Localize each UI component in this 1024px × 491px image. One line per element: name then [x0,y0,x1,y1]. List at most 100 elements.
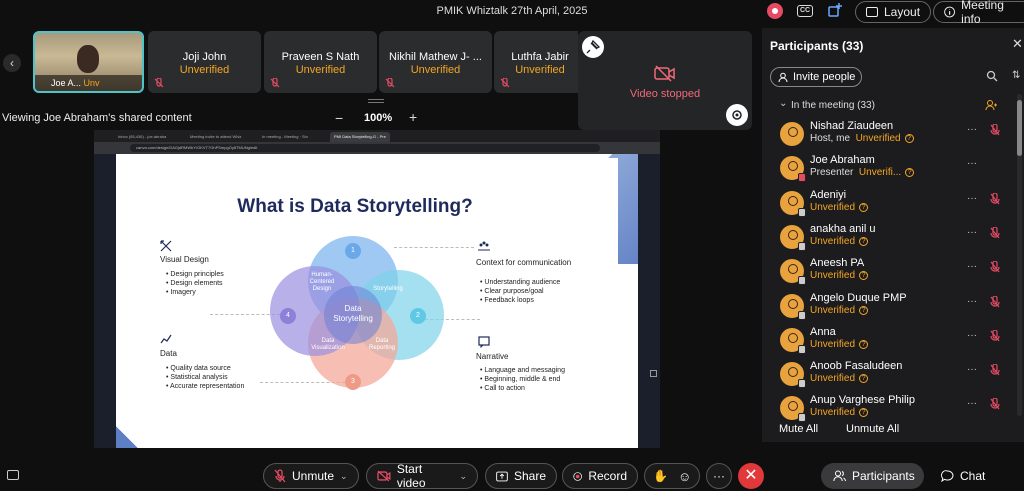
help-icon[interactable]: ? [859,339,869,349]
start-video-button[interactable]: Start video ⌄ [366,462,478,490]
meeting-info-label: Meeting info [961,0,1004,26]
muted-mic-icon[interactable] [990,226,1000,239]
filmstrip-resize-handle[interactable] [368,99,384,103]
participants-button[interactable]: Participants [821,463,924,489]
close-panel-button[interactable]: ✕ [1012,36,1023,52]
help-icon[interactable]: ? [904,134,914,143]
participant-row[interactable]: Adeniyi Unverified? ··· [762,187,1014,221]
muted-mic-icon[interactable] [990,124,1000,136]
record-button[interactable]: Record [562,463,638,489]
layout-button[interactable]: Layout [855,1,932,23]
help-icon[interactable]: ? [859,408,869,418]
browser-tab: In meeting - Meeting · Sin [262,134,308,139]
participant-name: Angelo Duque PMP [810,291,907,304]
sort-icon[interactable]: ⇅ [1012,70,1020,81]
unmute-button[interactable]: Unmute ⌄ [263,463,359,489]
help-icon[interactable]: ? [859,374,869,384]
shared-screen: Inbox (85,436) - joe.abraha Meeting invi… [94,130,660,448]
list-item: Quality data source [166,364,244,373]
muted-mic-icon[interactable] [990,192,1000,205]
tile-status: Unverified [179,64,230,76]
participant-more-button[interactable]: ··· [967,330,977,341]
participants-icon [833,470,846,482]
participant-status: Unverified [810,373,856,385]
admit-person-icon[interactable] [985,99,997,111]
chevron-down-icon[interactable]: ⌄ [340,471,348,482]
tile-name: Nikhil Mathew J- ... [389,51,482,63]
participant-row[interactable]: Angelo Duque PMP Unverified? ··· [762,290,1014,324]
chevron-down-icon[interactable]: ⌄ [779,98,787,109]
participant-tile[interactable]: Praveen S Nath Unverified [264,31,377,93]
self-video-tile[interactable]: Joe A... Unv [33,31,144,93]
help-icon[interactable]: ? [859,202,869,212]
captions-icon[interactable] [7,470,19,480]
share-button[interactable]: Share [485,463,557,489]
participant-avatar [780,396,806,423]
participant-name: Aneesh PA [810,257,865,270]
participant-row[interactable]: Joe Abraham Presenter Unverifi...? ··· [762,152,1014,186]
participant-subtitle: Unverified? [810,339,869,350]
device-icon [798,310,806,320]
closed-captions-icon[interactable]: CC [797,5,813,17]
speech-bubble-icon [478,336,490,348]
meeting-info-button[interactable]: Meeting info [933,0,1024,26]
help-icon[interactable]: ? [905,168,915,178]
leave-meeting-button[interactable]: ✕ [738,463,764,489]
muted-mic-icon[interactable] [990,295,1000,308]
emoji-icon[interactable]: ☺ [678,469,691,484]
mute-all-button[interactable]: Mute All [779,423,818,435]
pin-icon [586,39,601,54]
participant-tile[interactable]: Luthfa Jabir Unverified [494,31,578,93]
more-options-button[interactable]: ··· [706,463,732,489]
gear-icon [732,110,742,120]
muted-mic-icon[interactable] [990,261,1000,273]
participant-more-button[interactable]: ··· [967,158,977,169]
unmute-all-button[interactable]: Unmute All [846,423,899,435]
participant-tile[interactable]: Nikhil Mathew J- ... Unverified [379,31,492,93]
self-status: Unv [83,78,100,88]
zoom-out-button[interactable]: − [335,110,343,126]
participant-more-button[interactable]: ··· [967,364,977,375]
list-item: Statistical analysis [166,373,244,382]
help-icon[interactable]: ? [859,305,869,315]
muted-mic-icon[interactable] [990,398,1000,410]
help-icon[interactable]: ? [859,271,869,281]
participant-more-button[interactable]: ··· [967,227,977,238]
reactions-button[interactable]: ✋ ☺ [644,463,700,489]
shared-scroll-indicator [650,370,657,377]
filmstrip-prev-button[interactable]: ‹ [3,54,21,72]
invite-people-button[interactable]: Invite people [770,67,862,87]
browser-address-bar: canva.com/design/DAGjdRMWbY/OKVT7GhPSmpg… [94,142,660,154]
participant-more-button[interactable]: ··· [967,124,977,135]
self-view-settings-button[interactable] [726,104,748,126]
venn-number-2: 2 [410,308,426,324]
help-icon[interactable]: ? [859,236,869,246]
muted-mic-icon[interactable] [990,329,1000,342]
participant-row[interactable]: Anoob Fasaludeen Unverified? ··· [762,358,1014,392]
participant-more-button[interactable]: ··· [967,193,977,204]
recording-indicator-icon[interactable] [767,3,783,19]
apps-icon[interactable] [828,3,842,17]
pin-button[interactable] [582,36,604,58]
design-tools-icon [160,240,172,252]
participant-subtitle: Unverified? [810,202,869,213]
search-icon[interactable] [986,70,998,82]
participant-more-button[interactable]: ··· [967,398,977,409]
info-icon [944,6,955,18]
chevron-down-icon[interactable]: ⌄ [459,471,467,482]
participant-row[interactable]: Anna Unverified? ··· [762,324,1014,358]
chat-button[interactable]: Chat [935,463,985,489]
participants-scroll-thumb[interactable] [1017,100,1022,156]
participant-row[interactable]: Aneesh PA Unverified? ··· [762,255,1014,289]
participant-row[interactable]: anakha anil u Unverified? ··· [762,221,1014,255]
participant-tile[interactable]: Joji John Unverified [148,31,261,93]
participant-subtitle: Host, me Unverified? [810,133,914,144]
muted-mic-icon[interactable] [990,364,1000,376]
participant-row[interactable]: Anup Varghese Philip Unverified? ··· [762,392,1014,426]
participant-row[interactable]: Nishad Ziaudeen Host, me Unverified? ··· [762,118,1014,152]
zoom-in-button[interactable]: + [409,109,417,125]
participant-more-button[interactable]: ··· [967,296,977,307]
more-icon: ··· [713,469,725,483]
participant-more-button[interactable]: ··· [967,261,977,272]
raise-hand-icon[interactable]: ✋ [653,469,668,483]
